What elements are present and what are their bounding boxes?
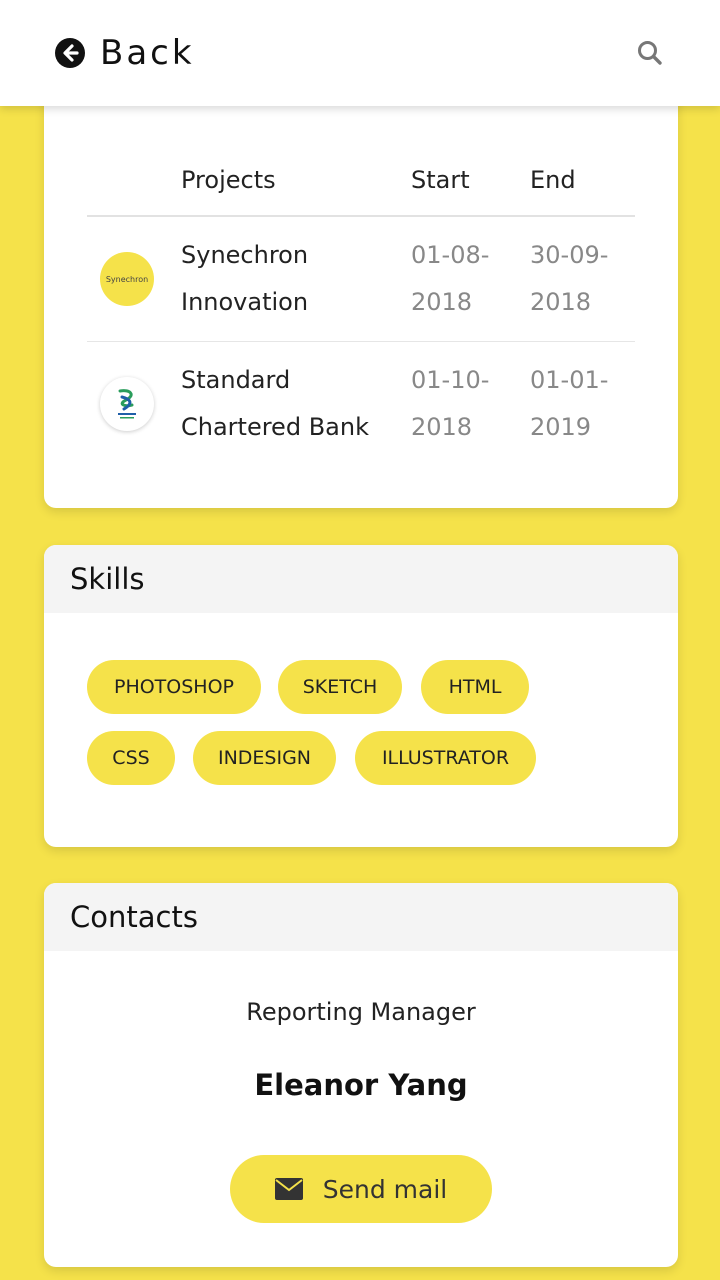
column-header-end: End [530,165,576,194]
projects-card: Projects Start End Synechron Synechron I… [44,70,678,508]
project-start-date: 01-08- 2018 [411,241,490,316]
synechron-logo: Synechron [100,252,154,306]
send-mail-label: Send mail [322,1174,448,1204]
table-row[interactable]: Synechron Synechron Innovation 01-08- 20… [87,217,635,341]
project-name: Synechron Innovation [181,241,309,316]
contact-name: Eleanor Yang [254,1068,468,1102]
project-start-date: 01-10- 2018 [411,365,490,441]
project-end-date: 01-01- 2019 [530,365,609,441]
back-label: Back [100,33,195,73]
search-icon[interactable] [636,39,664,67]
contact-role: Reporting Manager [246,998,476,1026]
skill-chip-illustrator[interactable]: ILLUSTRATOR [355,731,536,785]
arrow-circle-left-icon [55,38,85,68]
skill-chip-css[interactable]: CSS [87,731,175,785]
table-header-row: Projects Start End [87,145,635,217]
column-header-projects: Projects [181,165,276,194]
skill-chip-html[interactable]: HTML [421,660,529,714]
skill-chip-indesign[interactable]: INDESIGN [193,731,336,785]
send-mail-button[interactable]: Send mail [230,1155,492,1223]
column-header-start: Start [411,165,470,194]
skills-card: Skills PHOTOSHOP SKETCH HTML CSS INDESIG… [44,545,678,847]
table-row[interactable]: Standard Chartered Bank 01-10- 2018 01-0… [87,341,635,465]
contacts-title: Contacts [44,883,678,951]
project-end-date: 30-09- 2018 [530,241,609,316]
standard-chartered-logo-mark [118,388,136,418]
skills-title: Skills [44,545,678,613]
back-button[interactable]: Back [54,33,195,73]
skill-chip-sketch[interactable]: SKETCH [278,660,402,714]
standard-chartered-logo [100,376,154,431]
top-app-bar: Back [0,0,720,106]
skill-chip-photoshop[interactable]: PHOTOSHOP [87,660,261,714]
contacts-card: Contacts Reporting Manager Eleanor Yang … [44,883,678,1267]
project-name: Standard Chartered Bank [181,365,369,441]
envelope-icon [274,1178,303,1200]
projects-table: Projects Start End Synechron Synechron I… [87,145,635,465]
